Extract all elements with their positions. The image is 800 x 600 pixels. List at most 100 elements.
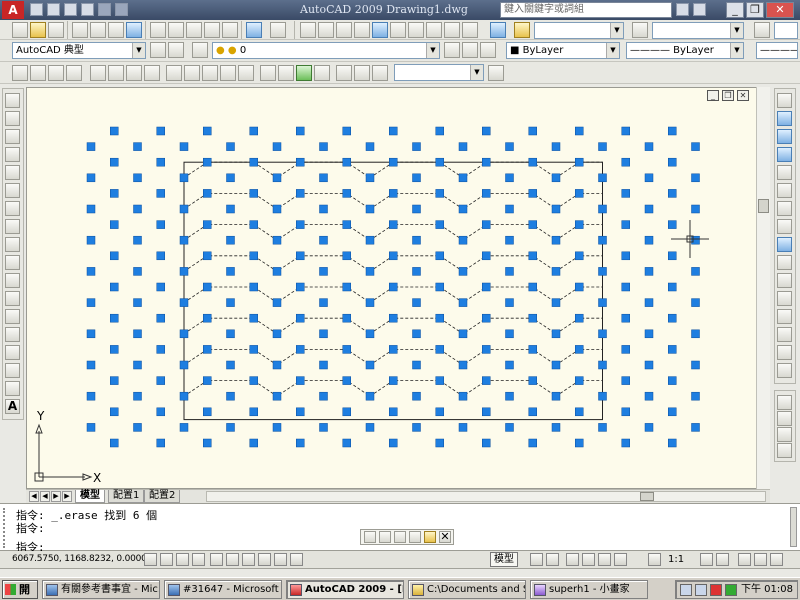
grip-square[interactable] [551, 235, 561, 245]
zoom-previous-icon[interactable] [354, 22, 370, 38]
grip-square[interactable] [621, 126, 630, 136]
bring-to-front-icon[interactable] [777, 395, 792, 410]
grip-square[interactable] [179, 298, 189, 307]
grip-square[interactable] [226, 204, 235, 214]
grip-square[interactable] [621, 313, 630, 323]
mirror-icon[interactable] [777, 129, 792, 144]
grip-square[interactable] [86, 267, 96, 276]
redo-icon[interactable] [270, 22, 286, 38]
revision-cloud-icon[interactable] [5, 219, 20, 234]
grip-square[interactable] [482, 345, 491, 354]
grip-square[interactable] [296, 407, 305, 417]
grip-square[interactable] [319, 173, 328, 183]
grip-square[interactable] [482, 220, 491, 229]
grip-square[interactable] [551, 204, 561, 214]
grip-square[interactable] [110, 282, 119, 292]
grip-square[interactable] [272, 360, 282, 370]
grip-square[interactable] [482, 157, 491, 167]
grip-square[interactable] [156, 220, 165, 229]
grid-icon[interactable] [160, 553, 173, 566]
3d-dwf-icon[interactable] [126, 22, 142, 38]
grip-square[interactable] [226, 142, 235, 151]
grip-square[interactable] [458, 267, 468, 276]
grip-square[interactable] [644, 360, 654, 370]
save-workspace-icon[interactable] [168, 42, 184, 58]
grip-square[interactable] [249, 251, 258, 261]
grip-square[interactable] [296, 220, 305, 229]
paste-icon[interactable] [186, 22, 202, 38]
grip-square[interactable] [86, 235, 96, 245]
fillet-icon[interactable] [777, 363, 792, 378]
grip-square[interactable] [621, 282, 630, 292]
qat-open-icon[interactable] [47, 3, 60, 16]
grip-square[interactable] [179, 360, 189, 370]
grip-square[interactable] [365, 329, 375, 339]
grip-square[interactable] [156, 407, 165, 417]
grip-square[interactable] [179, 142, 189, 151]
grip-square[interactable] [86, 298, 96, 307]
join-icon[interactable] [777, 327, 792, 342]
dim-break-icon[interactable] [238, 65, 254, 81]
grip-square[interactable] [668, 407, 677, 417]
grip-square[interactable] [156, 157, 165, 167]
steering-wheel-status-icon[interactable] [598, 553, 611, 566]
gradient-icon[interactable] [5, 363, 20, 378]
grip-square[interactable] [598, 298, 607, 307]
grip-square[interactable] [691, 423, 700, 432]
annotation-scale-icon[interactable] [648, 553, 661, 566]
trim-icon[interactable] [777, 255, 792, 270]
grip-square[interactable] [505, 235, 514, 245]
grip-square[interactable] [86, 142, 96, 151]
center-mark-icon[interactable] [278, 65, 294, 81]
extend-icon[interactable] [777, 273, 792, 288]
grip-square[interactable] [342, 157, 351, 167]
grip-square[interactable] [249, 376, 258, 385]
jogged-icon[interactable] [108, 65, 124, 81]
prev-tab-icon[interactable]: ◀ [40, 491, 50, 502]
grip-square[interactable] [319, 329, 328, 339]
grip-square[interactable] [86, 391, 96, 401]
new-file-icon[interactable] [12, 22, 28, 38]
continue-icon[interactable] [202, 65, 218, 81]
showmotion-status-icon[interactable] [614, 553, 627, 566]
grip-square[interactable] [575, 282, 584, 292]
grip-square[interactable] [505, 360, 514, 370]
grip-square[interactable] [575, 126, 584, 136]
grip-square[interactable] [203, 313, 212, 323]
arc-length-icon[interactable] [48, 65, 64, 81]
grip-square[interactable] [365, 142, 375, 151]
grip-square[interactable] [365, 360, 375, 370]
grip-square[interactable] [482, 313, 491, 323]
grip-square[interactable] [203, 126, 212, 136]
qat-save-icon[interactable] [64, 3, 77, 16]
jogged-linear-icon[interactable] [314, 65, 330, 81]
workspace-combo[interactable]: AutoCAD 典型 ▼ [12, 42, 146, 59]
grip-square[interactable] [156, 189, 165, 198]
grip-square[interactable] [179, 204, 189, 214]
grip-square[interactable] [319, 235, 328, 245]
tab-layout2[interactable]: 配置2 [144, 490, 181, 503]
grip-square[interactable] [365, 267, 375, 276]
arc-icon[interactable] [5, 183, 20, 198]
radius-icon[interactable] [90, 65, 106, 81]
grip-square[interactable] [389, 126, 398, 136]
grip-square[interactable] [365, 391, 375, 401]
grip-square[interactable] [505, 423, 514, 432]
rotate-icon[interactable] [777, 201, 792, 216]
grip-square[interactable] [133, 360, 142, 370]
quick-dim-icon[interactable] [166, 65, 182, 81]
pan-icon[interactable] [300, 22, 316, 38]
lock-icon[interactable] [754, 553, 767, 566]
otrack-icon[interactable] [226, 553, 239, 566]
grip-square[interactable] [226, 329, 235, 339]
grip-square[interactable] [365, 235, 375, 245]
undo-icon[interactable] [246, 22, 262, 38]
grip-square[interactable] [458, 391, 468, 401]
grip-square[interactable] [226, 360, 235, 370]
drawing-restore-icon[interactable]: ❐ [722, 90, 734, 101]
grip-square[interactable] [342, 189, 351, 198]
grip-square[interactable] [528, 376, 537, 385]
workspace-settings-icon[interactable] [150, 42, 166, 58]
grip-square[interactable] [296, 251, 305, 261]
grip-square[interactable] [86, 360, 96, 370]
